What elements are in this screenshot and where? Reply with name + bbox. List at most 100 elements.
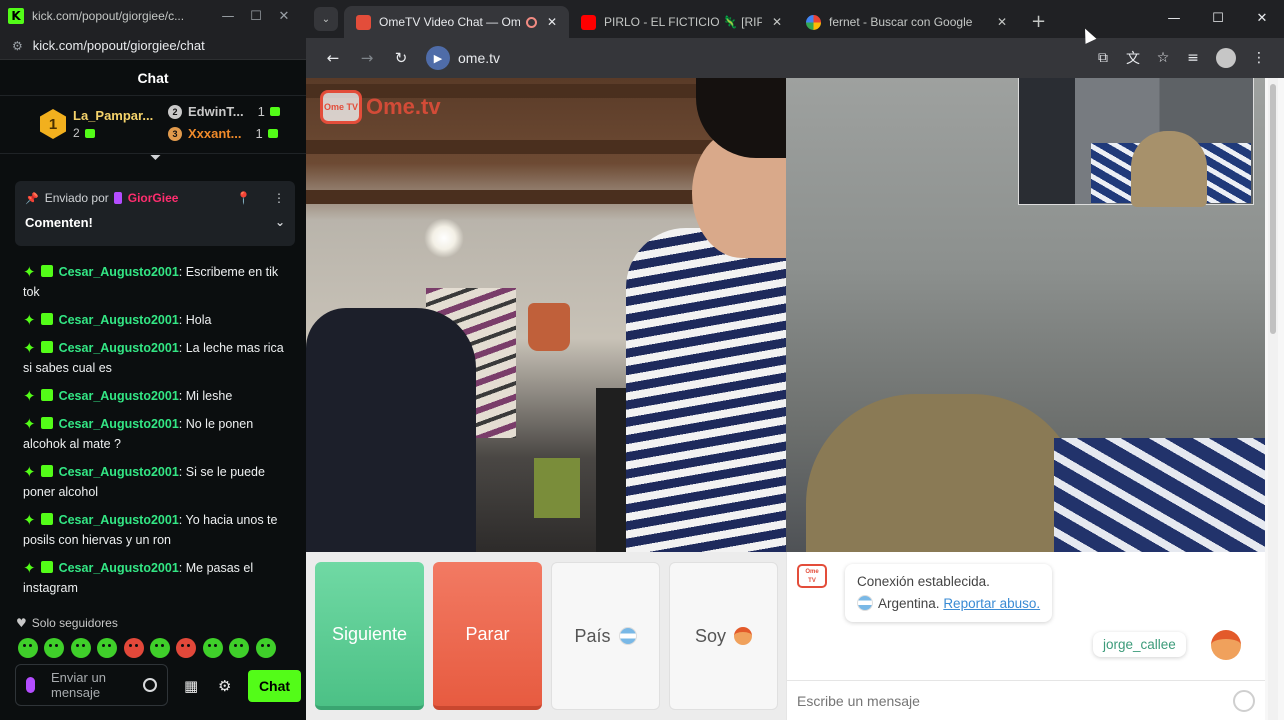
chrome-window: ⌄ OmeTV Video Chat — Ome ✕ PIRLO - EL FI… [306,0,1284,720]
kick-url-text: kick.com/popout/giorgiee/chat [32,38,205,53]
chat-message: ✦ Cesar_Augusto2001: Yo hacia unos te pos… [0,510,306,550]
leaderboard-first[interactable]: 1 La_Pampar... 2 [40,108,153,140]
emote-icon[interactable] [123,638,144,658]
leaderboard-third[interactable]: 3 Xxxant... 1 [168,126,278,141]
page-scrollbar[interactable] [1268,78,1278,720]
emote-icon[interactable] [70,638,91,658]
chat-username[interactable]: Cesar_Augusto2001 [59,513,179,527]
chat-message-input[interactable]: Enviar un mensaje [15,664,168,706]
bookmark-star-icon[interactable]: ☆ [1148,50,1178,66]
emote-icon[interactable] [97,638,118,658]
followers-only-notice: ♥ Solo seguidores [16,616,118,630]
og-badge-icon: ✦ [23,339,36,357]
pin-icon: 📌 [25,191,39,205]
next-button[interactable]: Siguiente [315,562,424,710]
emote-icon[interactable] [229,638,250,658]
og-badge-icon: ✦ [23,463,36,481]
address-bar[interactable]: ▶ ome.tv [426,43,1088,73]
emote-icon[interactable] [202,638,223,658]
emote-bar [18,638,282,658]
emoji-picker-icon[interactable] [143,678,157,692]
stop-button[interactable]: Parar [433,562,542,710]
site-info-icon[interactable]: ▶ [426,46,450,70]
tab-google[interactable]: fernet - Buscar con Google ✕ [794,6,1019,38]
browser-toolbar: ← → ↻ ▶ ome.tv ⧉ 文 ☆ ≡ ⋮ [306,38,1284,78]
send-chat-button[interactable]: Chat [248,670,301,702]
chat-message: ✦ Cesar_Augusto2001: Si se le puede poner… [0,462,306,502]
chat-settings-gear-icon[interactable]: ⚙ [218,677,231,695]
more-options-icon[interactable]: ⋮ [273,191,285,205]
back-icon[interactable]: ← [316,49,350,67]
translate-icon[interactable]: 文 [1118,48,1148,68]
gift-icon [267,129,278,138]
chat-username[interactable]: Cesar_Augusto2001 [59,465,179,479]
pinned-user[interactable]: GiorGiee [128,191,179,205]
forward-icon[interactable]: → [350,49,384,67]
chat-username[interactable]: Cesar_Augusto2001 [59,313,179,327]
connection-country: Argentina. [878,596,940,611]
leader-name: Xxxant... [188,126,242,141]
gift-icon [84,129,95,139]
maximize-icon[interactable]: ☐ [242,9,270,24]
unpin-icon[interactable]: 📍 [236,191,251,205]
close-tab-icon[interactable]: ✕ [772,15,782,29]
emote-icon[interactable] [44,638,65,658]
microphone-icon[interactable] [26,677,35,693]
emote-icon[interactable] [18,638,38,658]
chat-text: : Mi leshe [178,389,233,403]
report-abuse-link[interactable]: Reportar abuso. [943,596,1040,611]
tab-ometv[interactable]: OmeTV Video Chat — Ome ✕ [344,6,569,38]
chat-header: Chat [0,60,306,96]
media-controls-icon[interactable]: ≡ [1178,50,1208,66]
ometv-wordmark: Ome.tv [366,94,441,119]
minimize-icon[interactable]: — [1152,0,1196,36]
kick-url-bar[interactable]: ⚙ kick.com/popout/giorgiee/chat [0,32,306,60]
ometv-favicon-icon [356,14,371,30]
subscriber-badge-icon [40,265,53,277]
store-icon[interactable]: ▦ [184,677,198,695]
new-tab-icon[interactable]: + [1031,11,1046,32]
emote-icon[interactable] [255,638,276,658]
maximize-icon[interactable]: ☐ [1196,0,1240,36]
collapse-leaderboard-icon[interactable]: ⏷ [150,150,166,166]
chat-username[interactable]: Cesar_Augusto2001 [59,389,179,403]
subscriber-badge-icon [40,313,53,325]
chat-username[interactable]: Cesar_Augusto2001 [59,265,179,279]
chrome-menu-icon[interactable]: ⋮ [1244,50,1274,66]
youtube-favicon-icon [581,14,596,30]
chat-username[interactable]: Cesar_Augusto2001 [59,561,179,575]
minimize-icon[interactable]: — [214,9,242,24]
emote-icon[interactable] [176,638,197,658]
install-app-icon[interactable]: ⧉ [1088,50,1118,66]
rank-1-medal-icon: 1 [40,109,66,139]
chat-username[interactable]: Cesar_Augusto2001 [59,341,179,355]
gender-button[interactable]: Soy [669,562,778,710]
message-input[interactable] [797,692,1233,709]
close-tab-icon[interactable]: ✕ [547,15,557,29]
chevron-down-icon[interactable]: ⌄ [275,215,285,230]
country-button[interactable]: País [551,562,660,710]
window-controls: — ☐ ✕ [1152,0,1284,36]
scrollbar-thumb[interactable] [1270,84,1276,334]
chat-input-placeholder: Enviar un mensaje [51,670,106,700]
chat-message: ✦ Cesar_Augusto2001: Me pasas el instagra… [0,558,306,598]
site-settings-icon[interactable]: ⚙ [12,39,23,53]
tab-youtube[interactable]: PIRLO - EL FICTICIO 🦎 [RIP Ble ✕ [569,6,794,38]
reload-icon[interactable]: ↻ [384,49,418,67]
subscriber-badge-icon [40,341,53,353]
tab-search-icon[interactable]: ⌄ [314,7,338,31]
leaderboard-second[interactable]: 2 EdwinT... 1 [168,104,280,119]
subscriber-badge-icon [40,465,53,477]
profile-avatar-icon[interactable] [1216,48,1236,68]
og-badge-icon: ✦ [23,415,36,433]
kick-window-title: kick.com/popout/giorgiee/c... [32,9,185,23]
subscriber-badge-icon [40,389,53,401]
gender-label: Soy [694,625,727,646]
close-icon[interactable]: ✕ [270,9,298,24]
tab-strip: ⌄ OmeTV Video Chat — Ome ✕ PIRLO - EL FI… [306,0,1284,38]
emote-icon[interactable] [149,638,170,658]
close-tab-icon[interactable]: ✕ [997,15,1007,29]
chat-username[interactable]: Cesar_Augusto2001 [59,417,179,431]
emoji-icon[interactable] [1233,689,1255,712]
close-icon[interactable]: ✕ [1240,0,1284,36]
